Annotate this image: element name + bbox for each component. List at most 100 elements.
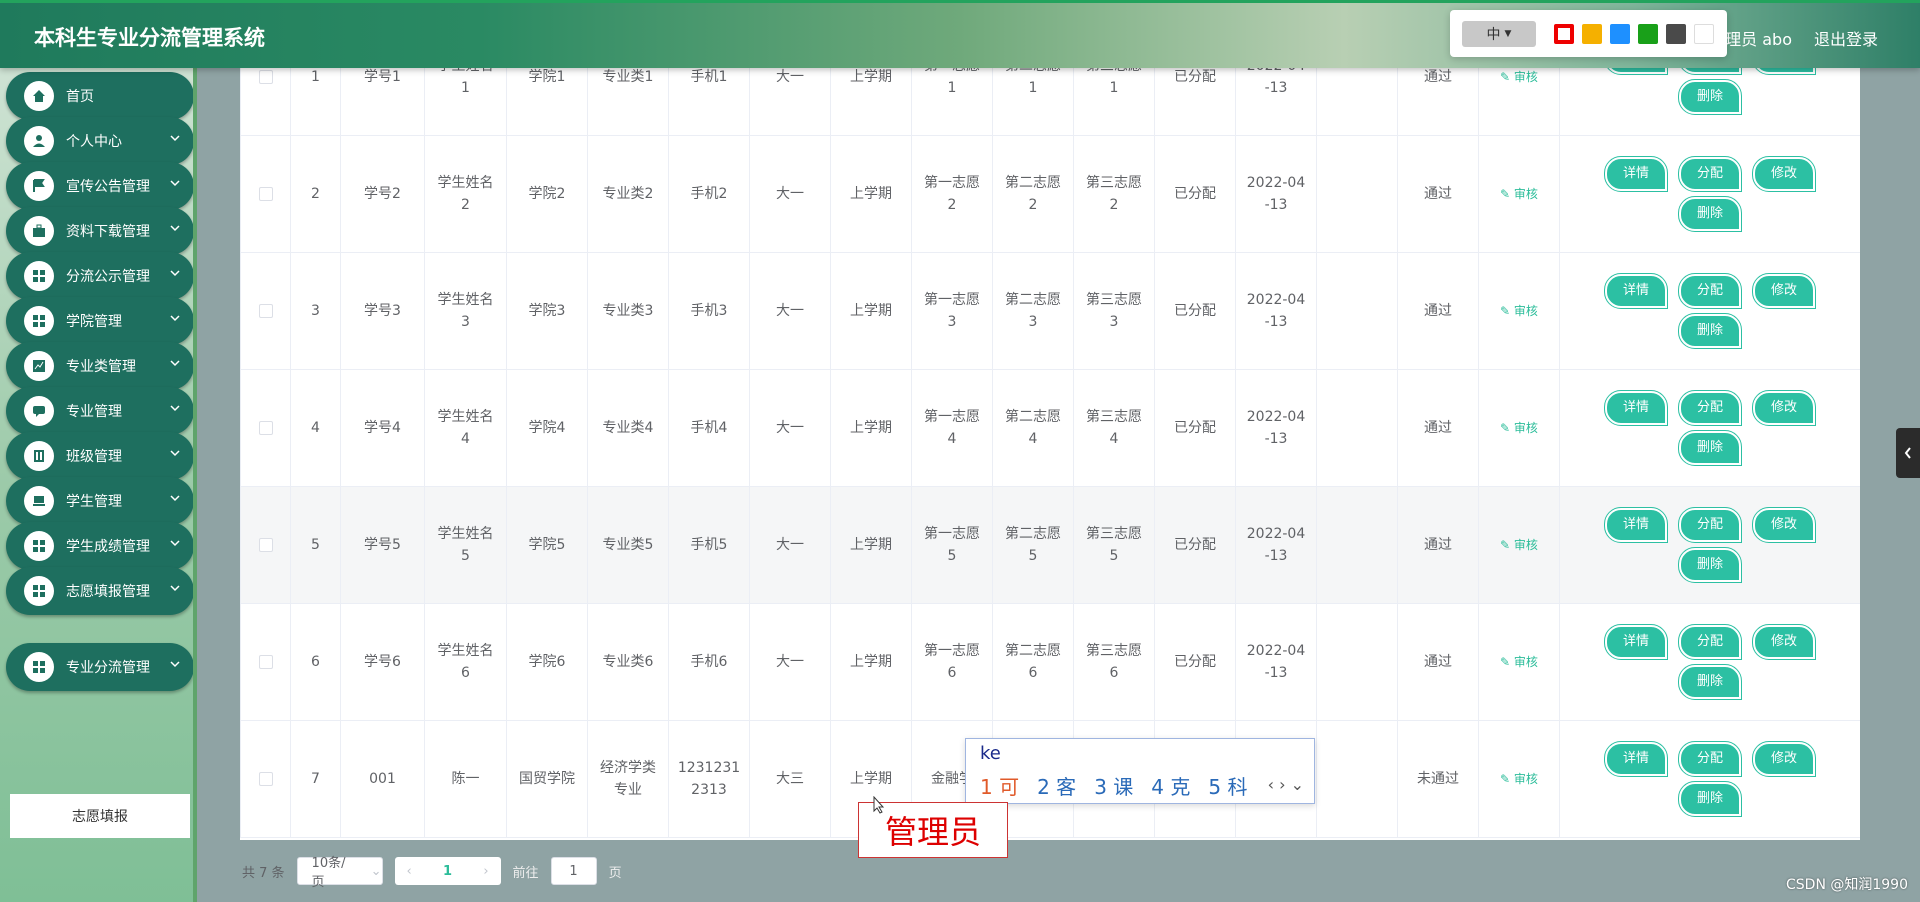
theme-picker-popover: 中 ▼ xyxy=(1450,10,1727,57)
sidebar-item-3[interactable]: 资料下载管理 xyxy=(6,207,194,255)
cell-status: 已分配 xyxy=(1154,68,1236,136)
ime-candidate[interactable]: 3 课 xyxy=(1094,771,1133,800)
ime-candidate[interactable]: 4 克 xyxy=(1151,771,1190,800)
review-link[interactable]: ✎ 审核 xyxy=(1500,70,1538,84)
review-link[interactable]: ✎ 审核 xyxy=(1500,772,1538,786)
assign-button[interactable]: 分配 xyxy=(1678,273,1742,309)
edit-button[interactable]: 修改 xyxy=(1752,507,1816,543)
cell-audit: 未通过 xyxy=(1397,720,1479,838)
theme-swatch-white[interactable] xyxy=(1694,23,1714,44)
detail-button[interactable]: 详情 xyxy=(1604,390,1668,426)
page-navigator: ‹ 1 › xyxy=(394,857,501,885)
sidebar-item-10[interactable]: 学生成绩管理 xyxy=(6,522,194,570)
row-checkbox[interactable] xyxy=(258,538,273,552)
chevron-down-icon xyxy=(170,540,180,547)
sidebar-item-8[interactable]: 班级管理 xyxy=(6,432,194,480)
detail-button[interactable]: 详情 xyxy=(1604,624,1668,660)
sidebar-item-12[interactable]: 专业分流管理 xyxy=(6,643,194,691)
delete-button[interactable]: 删除 xyxy=(1678,781,1742,817)
chevron-down-icon xyxy=(170,180,180,187)
next-page-icon[interactable]: › xyxy=(483,864,488,879)
detail-button[interactable]: 详情 xyxy=(1604,741,1668,777)
detail-button[interactable]: 详情 xyxy=(1604,68,1668,75)
sidebar-item-1[interactable]: 个人中心 xyxy=(6,117,194,165)
ime-candidate[interactable]: 2 客 xyxy=(1037,771,1076,800)
delete-button[interactable]: 删除 xyxy=(1678,430,1742,466)
review-link[interactable]: ✎ 审核 xyxy=(1500,421,1538,435)
language-select[interactable]: 中 ▼ xyxy=(1462,20,1536,47)
assign-button[interactable]: 分配 xyxy=(1678,156,1742,192)
delete-button[interactable]: 删除 xyxy=(1678,196,1742,232)
edit-button[interactable]: 修改 xyxy=(1752,741,1816,777)
grid-icon xyxy=(24,261,54,291)
row-checkbox[interactable] xyxy=(258,655,273,669)
review-link[interactable]: ✎ 审核 xyxy=(1500,304,1538,318)
sidebar-item-6[interactable]: 专业类管理 xyxy=(6,342,194,390)
sidebar-item-5[interactable]: 学院管理 xyxy=(6,297,194,345)
sidebar-item-7[interactable]: 专业管理 xyxy=(6,387,194,435)
current-page[interactable]: 1 xyxy=(443,864,452,879)
sidebar-item-4[interactable]: 分流公示管理 xyxy=(6,252,194,300)
assign-button[interactable]: 分配 xyxy=(1678,390,1742,426)
goto-suffix: 页 xyxy=(608,865,622,881)
sidebar-item-0[interactable]: 首页 xyxy=(6,72,194,120)
sidebar-item-2[interactable]: 宣传公告管理 xyxy=(6,162,194,210)
ime-candidate[interactable]: 1 可 xyxy=(980,771,1019,800)
sidebar-item-label: 志愿填报管理 xyxy=(66,584,150,600)
review-label: 审核 xyxy=(1513,772,1538,786)
edit-button[interactable]: 修改 xyxy=(1752,68,1816,75)
detail-button[interactable]: 详情 xyxy=(1604,273,1668,309)
edit-button[interactable]: 修改 xyxy=(1752,156,1816,192)
edit-button[interactable]: 修改 xyxy=(1752,390,1816,426)
cell-blank xyxy=(1316,720,1398,838)
assign-button[interactable]: 分配 xyxy=(1678,68,1742,75)
cell-v3: 第三志愿 1 xyxy=(1073,68,1155,136)
cell-major_class: 专业类4 xyxy=(587,369,669,487)
row-checkbox[interactable] xyxy=(258,772,273,786)
page-size-select[interactable]: 10条/页 ⌄ xyxy=(296,856,383,890)
submenu-item-volunteer-fill[interactable]: 志愿填报 xyxy=(10,794,190,838)
delete-button[interactable]: 删除 xyxy=(1678,313,1742,349)
chevron-down-icon xyxy=(170,360,180,367)
prev-page-icon[interactable]: ‹ xyxy=(407,864,412,879)
theme-swatch-red[interactable] xyxy=(1554,23,1574,44)
review-link[interactable]: ✎ 审核 xyxy=(1500,187,1538,201)
cell-major_class: 专业类2 xyxy=(587,135,669,253)
theme-swatch-yellow[interactable] xyxy=(1582,23,1602,44)
delete-button[interactable]: 删除 xyxy=(1678,547,1742,583)
detail-button[interactable]: 详情 xyxy=(1604,156,1668,192)
ime-nav[interactable]: ‹ › ⌄ xyxy=(1268,775,1304,794)
cell-grade: 大一 xyxy=(749,486,831,604)
logout-link[interactable]: 退出登录 xyxy=(1814,26,1878,50)
review-link[interactable]: ✎ 审核 xyxy=(1500,538,1538,552)
theme-swatch-gray[interactable] xyxy=(1666,23,1686,44)
chevron-down-icon xyxy=(170,270,180,277)
assign-button[interactable]: 分配 xyxy=(1678,741,1742,777)
cell-sid: 学号6 xyxy=(340,603,425,721)
goto-page-input[interactable]: 1 xyxy=(550,857,597,885)
row-checkbox[interactable] xyxy=(258,421,273,435)
cell-phone: 手机4 xyxy=(668,369,750,487)
cell-blank xyxy=(1316,486,1398,604)
delete-button[interactable]: 删除 xyxy=(1678,79,1742,115)
table-row: 4 学号4 学生姓名 4 学院4 专业类4 手机4 大一 上学期 第一志愿 4 第二志愿 4 第三志… xyxy=(240,369,1860,487)
sidebar-item-11[interactable]: 志愿填报管理 xyxy=(6,567,194,615)
delete-button[interactable]: 删除 xyxy=(1678,664,1742,700)
detail-button[interactable]: 详情 xyxy=(1604,507,1668,543)
assign-button[interactable]: 分配 xyxy=(1678,507,1742,543)
row-checkbox[interactable] xyxy=(258,187,273,201)
theme-swatch-green[interactable] xyxy=(1638,23,1658,44)
row-checkbox[interactable] xyxy=(258,70,273,84)
edit-button[interactable]: 修改 xyxy=(1752,624,1816,660)
cell-review: ✎ 审核 xyxy=(1478,603,1560,721)
assign-button[interactable]: 分配 xyxy=(1678,624,1742,660)
ime-candidate[interactable]: 5 科 xyxy=(1208,771,1247,800)
row-checkbox[interactable] xyxy=(258,304,273,318)
review-link[interactable]: ✎ 审核 xyxy=(1500,655,1538,669)
sidebar-item-9[interactable]: 学生管理 xyxy=(6,477,194,525)
theme-swatch-blue[interactable] xyxy=(1610,23,1630,44)
review-label: 审核 xyxy=(1513,70,1538,84)
edit-button[interactable]: 修改 xyxy=(1752,273,1816,309)
cell-sid: 学号5 xyxy=(340,486,425,604)
cell-term: 上学期 xyxy=(830,68,912,136)
